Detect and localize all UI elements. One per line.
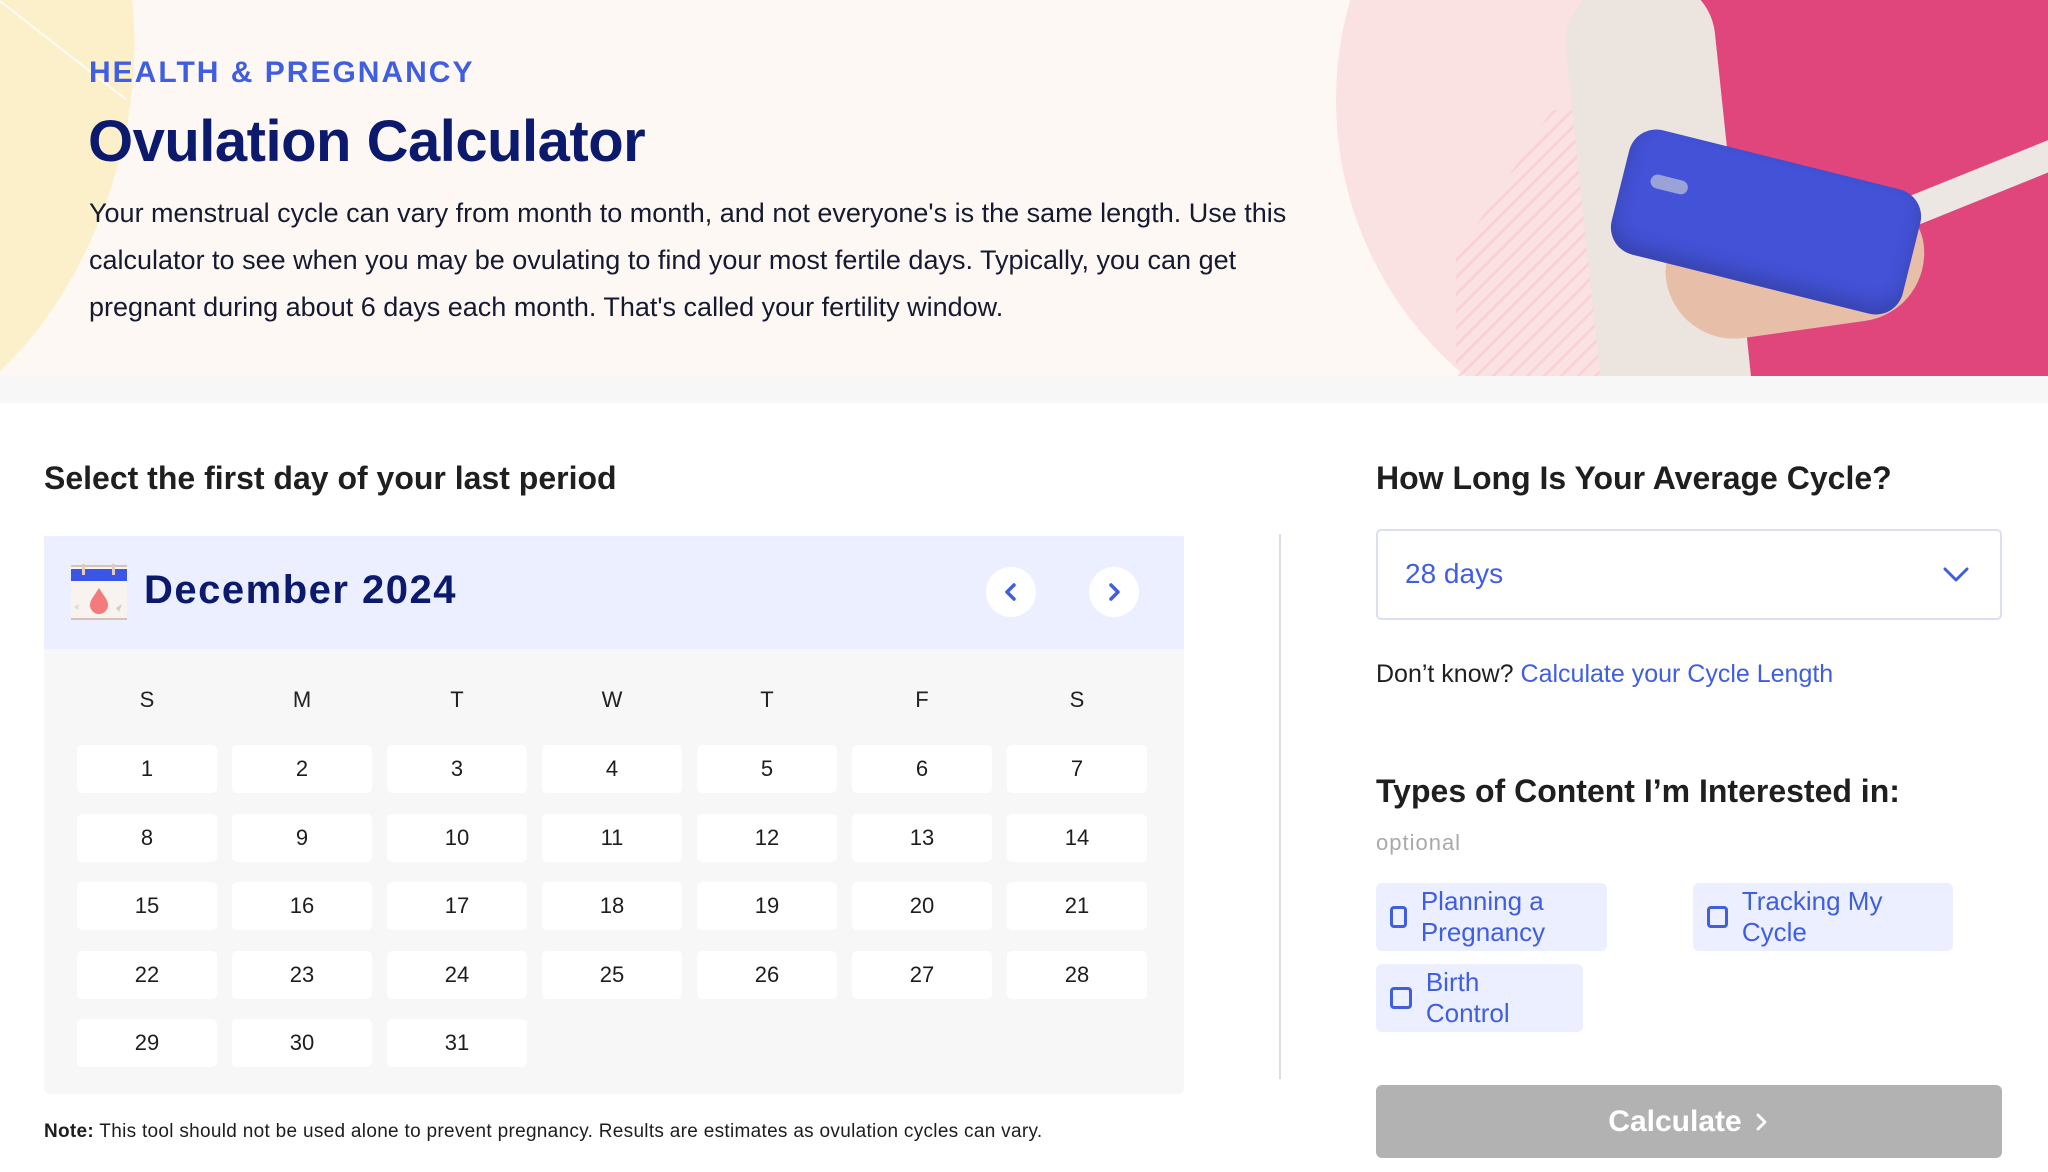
weekday-label: S: [1069, 687, 1085, 712]
note-text: This tool should not be used alone to pr…: [94, 1121, 1043, 1142]
content-option-tracking-cycle[interactable]: Tracking My Cycle: [1693, 883, 1953, 951]
cycle-length-select[interactable]: 28 days: [1376, 529, 2002, 620]
calendar-day[interactable]: 2: [232, 745, 372, 793]
dont-know-label: Don’t know?: [1376, 660, 1521, 688]
weekday-label: F: [915, 687, 929, 712]
calendar-day[interactable]: 27: [852, 950, 992, 999]
calendar-day[interactable]: 10: [387, 813, 527, 862]
calendar-grid: S M T W T F S 1 2 3 4 5 6 7 8 9 10 11 12 13 14 15 16 17 1…: [44, 649, 1184, 1094]
cycle-section-title: How Long Is Your Average Cycle?: [1376, 460, 1892, 496]
calculate-cycle-length-link[interactable]: Calculate your Cycle Length: [1521, 660, 1834, 688]
weekday-label: S: [139, 687, 155, 712]
chevron-down-icon: [1943, 567, 1969, 582]
chevron-left-icon: [1005, 583, 1016, 601]
calendar-day[interactable]: 12: [697, 813, 837, 862]
chevron-right-icon: [1109, 583, 1120, 601]
calendar-header: December 2024: [44, 536, 1184, 649]
weekday-header-row: S M T W T F S: [77, 687, 1147, 713]
calendar-day[interactable]: 6: [852, 745, 992, 793]
calendar-day[interactable]: 1: [77, 745, 217, 793]
section-separator: [0, 376, 2048, 403]
calculate-label: Calculate: [1608, 1104, 1742, 1138]
content-option-label: Birth Control: [1425, 967, 1510, 1028]
hero-banner: HEALTH & PREGNANCY Ovulation Calculator …: [0, 0, 2048, 376]
calendar-day[interactable]: 14: [1007, 813, 1147, 862]
calendar-day[interactable]: 3: [387, 745, 527, 793]
calendar-day[interactable]: 31: [387, 1019, 527, 1067]
calculate-button[interactable]: Calculate: [1376, 1085, 2002, 1158]
column-divider: [1279, 534, 1281, 1079]
calendar-day[interactable]: 15: [77, 882, 217, 930]
next-month-button[interactable]: [1089, 567, 1139, 617]
weekday-label: T: [450, 687, 464, 712]
calendar-blood-drop-icon: [71, 564, 127, 620]
content-types-title: Types of Content I’m Interested in:: [1376, 773, 1900, 809]
previous-month-button[interactable]: [986, 567, 1036, 617]
cycle-length-value: 28 days: [1405, 558, 1504, 589]
calendar-day[interactable]: 4: [542, 745, 682, 793]
calendar-day[interactable]: 21: [1007, 882, 1147, 930]
calendar-day[interactable]: 26: [697, 950, 837, 999]
calendar-day[interactable]: 9: [232, 813, 372, 862]
checkbox[interactable]: [1390, 906, 1407, 928]
calendar-day[interactable]: 29: [77, 1019, 217, 1067]
checkbox[interactable]: [1707, 906, 1728, 928]
chevron-right-icon: [1756, 1113, 1767, 1130]
calendar-day[interactable]: 16: [232, 882, 372, 930]
calendar-day[interactable]: 22: [77, 950, 217, 999]
category-eyebrow: HEALTH & PREGNANCY: [89, 56, 475, 89]
checkbox[interactable]: [1390, 987, 1412, 1009]
intro-text: Your menstrual cycle can vary from month…: [89, 198, 1287, 322]
weekday-label: W: [601, 687, 623, 712]
calendar-day[interactable]: 20: [852, 882, 992, 930]
page-title: Ovulation Calculator: [88, 109, 646, 174]
calendar-day[interactable]: 11: [542, 813, 682, 862]
calendar-day[interactable]: 18: [542, 882, 682, 930]
optional-label: optional: [1376, 830, 1462, 855]
content-option-label: Tracking My Cycle: [1741, 886, 1883, 947]
hero-image: [1336, 0, 2048, 376]
weekday-label: M: [292, 687, 312, 712]
calendar-day[interactable]: 24: [387, 950, 527, 999]
calendar-day[interactable]: 5: [697, 745, 837, 793]
content-option-birth-control[interactable]: Birth Control: [1376, 964, 1583, 1032]
calendar-month-label: December 2024: [144, 568, 458, 612]
calendar-day[interactable]: 19: [697, 882, 837, 930]
dont-know-text: Don’t know? Calculate your Cycle Length: [1376, 660, 1833, 689]
calendar-day[interactable]: 17: [387, 882, 527, 930]
calendar-day[interactable]: 28: [1007, 950, 1147, 999]
calendar-day[interactable]: 23: [232, 950, 372, 999]
calendar-day[interactable]: 25: [542, 950, 682, 999]
calendar-day[interactable]: 13: [852, 813, 992, 862]
content-option-planning-pregnancy[interactable]: Planning a Pregnancy: [1376, 883, 1607, 951]
period-section-title: Select the first day of your last period: [44, 460, 617, 496]
note-label: Note:: [44, 1121, 95, 1142]
disclaimer-note: Note: This tool should not be used alone…: [44, 1121, 1042, 1143]
calendar-day[interactable]: 7: [1007, 745, 1147, 793]
calendar-day[interactable]: 8: [77, 813, 217, 862]
calendar-day[interactable]: 30: [232, 1019, 372, 1067]
calendar-days: 1 2 3 4 5 6 7 8 9 10 11 12 13 14 15 16 17 18 19 20 21 22 23 24 2…: [77, 745, 1147, 1067]
weekday-label: T: [760, 687, 774, 712]
content-option-label: Planning a Pregnancy: [1420, 886, 1546, 947]
